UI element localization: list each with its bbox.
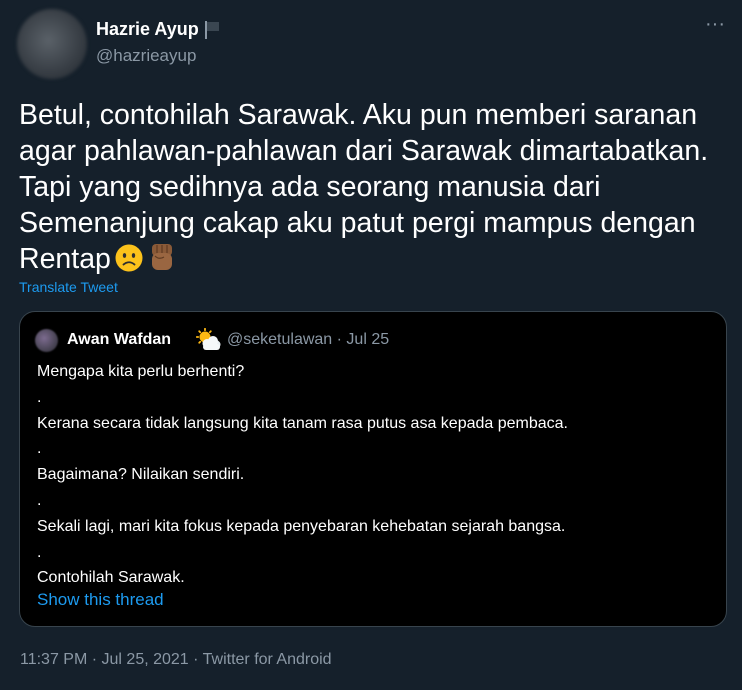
- tweet-timestamp-source[interactable]: 11:37 PM · Jul 25, 2021 · Twitter for An…: [20, 651, 332, 669]
- sun-behind-cloud-emoji: [195, 327, 222, 357]
- author-handle[interactable]: @hazrieayup: [96, 46, 196, 66]
- quote-line: Kerana secara tidak langsung kita tanam …: [37, 414, 568, 432]
- quote-line: .: [37, 543, 42, 561]
- author-display-name[interactable]: Hazrie Ayup: [96, 19, 199, 40]
- quote-line: .: [37, 440, 42, 458]
- quote-line: .: [37, 491, 42, 509]
- quoted-tweet[interactable]: Awan Wafdan @seketulawan · Jul 25 Mengap…: [19, 311, 727, 627]
- translate-tweet-link[interactable]: Translate Tweet: [19, 279, 118, 295]
- quoted-author-name: Awan Wafdan: [67, 331, 172, 348]
- author-avatar[interactable]: [17, 9, 87, 79]
- quoted-tweet-meta: @seketulawan · Jul 25: [227, 331, 389, 349]
- slightly-frowning-face-emoji: [114, 243, 144, 282]
- quote-line: .: [37, 388, 42, 406]
- quoted-tweet-date: Jul 25: [346, 331, 390, 348]
- author-name-row[interactable]: Hazrie Ayup: [96, 19, 220, 40]
- flag-icon: [204, 20, 220, 40]
- quoted-author-avatar: [35, 329, 58, 352]
- meta-separator: ·: [336, 331, 342, 348]
- tweet-card: Hazrie Ayup @hazrieayup ··· Betul, conto…: [0, 0, 742, 690]
- show-thread-link[interactable]: Show this thread: [37, 590, 164, 610]
- quoted-author-handle: @seketulawan: [227, 331, 333, 348]
- quoted-tweet-text: Mengapa kita perlu berhenti? . Kerana se…: [37, 359, 717, 591]
- quote-line: Sekali lagi, mari kita fokus kepada peny…: [37, 517, 566, 535]
- tweet-text: Betul, contohilah Sarawak. Aku pun membe…: [19, 97, 734, 282]
- quote-line: Bagaimana? Nilaikan sendiri.: [37, 466, 245, 484]
- quote-line: Contohilah Sarawak.: [37, 569, 185, 587]
- more-options-icon[interactable]: ···: [700, 14, 730, 40]
- quote-line: Mengapa kita perlu berhenti?: [37, 363, 245, 380]
- raised-fist-emoji: [147, 241, 177, 282]
